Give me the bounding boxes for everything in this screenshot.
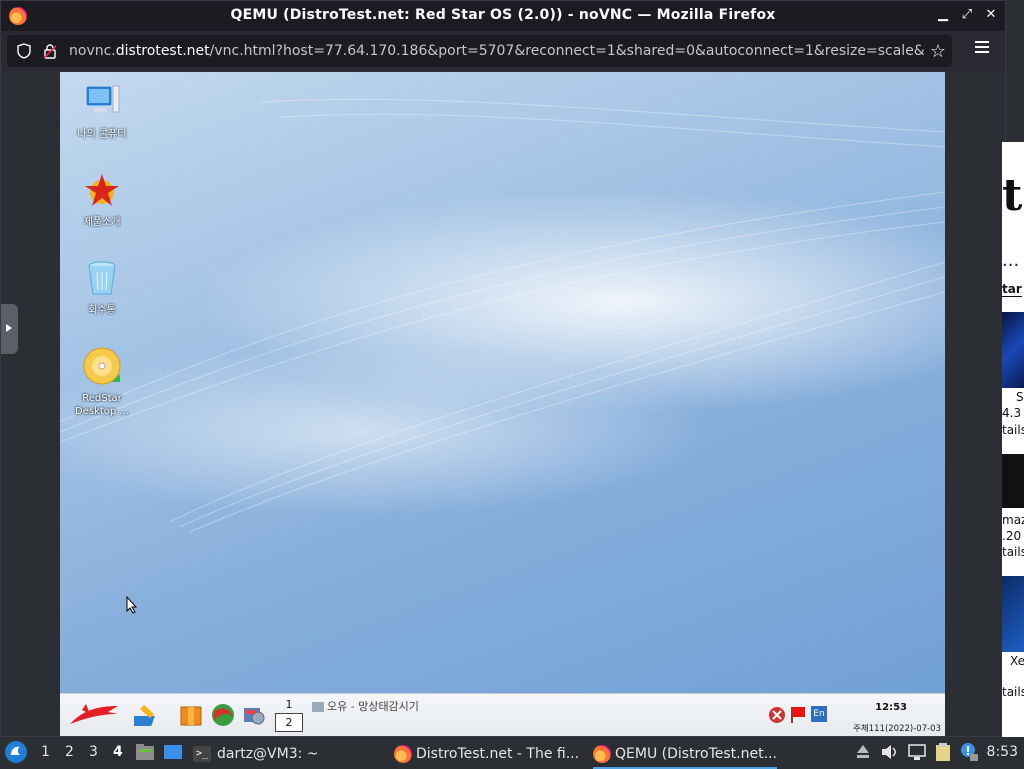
thumbnail-image[interactable]	[1002, 312, 1024, 388]
pager-desktop-1[interactable]: 1	[275, 696, 303, 713]
url-domain: distrotest.net	[115, 43, 210, 59]
qemu-vnc-screen[interactable]: 나의 콤퓨터 제품소개 회수통 RedStar Desktop ... 1 2 …	[60, 72, 945, 736]
desktop-icon-label: 제품소개	[83, 217, 121, 228]
maximize-button[interactable]: ⤢	[959, 6, 975, 24]
show-desktop-icon[interactable]	[163, 743, 183, 761]
page-fragment[interactable]: tails	[1002, 423, 1024, 437]
panel-task-qemu[interactable]: QEMU (DistroTest.net...	[593, 741, 777, 769]
desktop-icon-label: RedStar Desktop ...	[75, 393, 129, 417]
page-fragment: t	[1002, 170, 1023, 221]
page-fragment[interactable]: tails	[1002, 545, 1024, 559]
bookmark-star-icon[interactable]: ☆	[930, 41, 946, 62]
mouse-cursor-icon	[126, 596, 138, 614]
desktop-icon-redstar-dvd[interactable]: RedStar Desktop ...	[62, 346, 142, 418]
redstar-start-menu-icon[interactable]	[68, 700, 120, 730]
navigation-bar: novnc.distrotest.net/vnc.html?host=77.64…	[1, 31, 1005, 71]
recycle-bin-icon	[88, 261, 116, 295]
panel-task-terminal[interactable]: >_ dartz@VM3: ~	[193, 741, 319, 767]
tracking-protection-shield-icon[interactable]	[17, 43, 31, 59]
input-language-indicator[interactable]: En	[811, 706, 827, 722]
network-monitor-icon	[312, 702, 324, 712]
close-button[interactable]: ✕	[983, 6, 999, 24]
task-label: 오유 - 망상태감시기	[327, 700, 419, 713]
web-browser-icon[interactable]	[210, 702, 236, 728]
page-fragment: Xe	[1010, 654, 1024, 668]
settings-icon[interactable]	[240, 702, 266, 728]
wallpaper-swoosh	[60, 98, 945, 533]
page-fragment[interactable]: tails	[1002, 685, 1024, 699]
page-fragment: maz	[1002, 513, 1024, 527]
window-titlebar[interactable]: QEMU (DistroTest.net: Red Star OS (2.0))…	[1, 1, 1005, 31]
pager-desktop-2[interactable]: 2	[275, 713, 303, 732]
page-fragment: tar	[1002, 282, 1022, 297]
redstar-clock[interactable]: 12:53	[875, 702, 907, 713]
firefox-icon	[394, 745, 412, 763]
lock-icon[interactable]	[43, 44, 57, 59]
url-bar[interactable]: novnc.distrotest.net/vnc.html?host=77.64…	[7, 35, 952, 67]
menu-button[interactable]	[975, 41, 989, 56]
redstar-logo-icon	[85, 174, 119, 206]
clipboard-icon[interactable]	[934, 742, 952, 762]
page-content: 나의 콤퓨터 제품소개 회수통 RedStar Desktop ... 1 2 …	[1, 71, 1005, 736]
desktop-icon-label: 나의 콤퓨터	[77, 129, 127, 140]
page-fragment: .20	[1002, 529, 1022, 543]
application-menu-icon[interactable]	[5, 741, 27, 763]
page-fragment: S	[1016, 390, 1024, 404]
taskbar-task-network-monitor[interactable]: 오유 - 망상태감시기	[312, 698, 419, 714]
bottom-panel: 1 2 3 4 >_ dartz@VM3: ~ DistroTest.net - …	[0, 737, 1024, 769]
redstar-taskbar: 1 2 오유 - 망상태감시기 En 12:53 주체111(2022)-07-…	[60, 693, 945, 736]
dvd-disc-icon	[83, 347, 121, 385]
url-path: /vnc.html?host=77.64.170.186&port=5707&r…	[209, 43, 925, 59]
package-manager-icon[interactable]	[178, 702, 204, 728]
network-icon[interactable]	[907, 743, 927, 761]
workspace-1[interactable]: 1	[41, 744, 50, 760]
eject-icon[interactable]	[855, 743, 871, 761]
thumbnail-image[interactable]	[1002, 454, 1024, 508]
redstar-date: 주체111(2022)-07-03	[853, 724, 941, 734]
notification-icon[interactable]	[960, 742, 980, 762]
firefox-icon	[593, 745, 611, 763]
task-label: DistroTest.net - The fi...	[416, 746, 580, 762]
page-fragment: 4.3	[1002, 406, 1022, 420]
thumbnail-image[interactable]	[1002, 576, 1024, 652]
page-fragment: ...	[1002, 250, 1020, 271]
panel-clock[interactable]: 8:53	[987, 744, 1018, 760]
panel-task-distrotest[interactable]: DistroTest.net - The fi...	[394, 741, 579, 767]
window-title: QEMU (DistroTest.net: Red Star OS (2.0))…	[230, 7, 776, 23]
show-desktop-icon[interactable]	[134, 702, 162, 728]
desktop-icon-my-computer[interactable]: 나의 콤퓨터	[62, 82, 142, 141]
workspace-4[interactable]: 4	[113, 744, 123, 760]
url-text[interactable]: novnc.distrotest.net/vnc.html?host=77.64…	[69, 43, 929, 59]
url-subdomain: novnc.	[69, 43, 116, 59]
file-manager-icon[interactable]	[135, 743, 155, 761]
task-label: QEMU (DistroTest.net...	[615, 746, 777, 762]
workspace-3[interactable]: 3	[89, 744, 98, 760]
desktop-icon-recycle-bin[interactable]: 회수통	[62, 258, 142, 317]
firefox-window: QEMU (DistroTest.net: Red Star OS (2.0))…	[0, 0, 1006, 737]
desktop-icon-product-intro[interactable]: 제품소개	[62, 170, 142, 229]
task-label: dartz@VM3: ~	[217, 746, 319, 762]
expand-arrow-icon	[6, 324, 12, 332]
novnc-control-bar-handle[interactable]	[1, 304, 18, 354]
flag-icon[interactable]	[788, 704, 808, 724]
workspace-2[interactable]: 2	[65, 744, 74, 760]
computer-icon	[85, 85, 120, 113]
volume-icon[interactable]	[880, 743, 900, 761]
minimize-button[interactable]: ▁	[935, 6, 951, 24]
muted-speaker-icon[interactable]	[768, 706, 786, 724]
terminal-icon: >_	[193, 746, 211, 762]
background-webpage-sliver: t ... tar S 4.3 tails maz .20 tails Xe t…	[1002, 140, 1024, 737]
desktop-icon-label: 회수통	[88, 305, 116, 316]
desktop-pager: 1 2	[275, 696, 303, 732]
